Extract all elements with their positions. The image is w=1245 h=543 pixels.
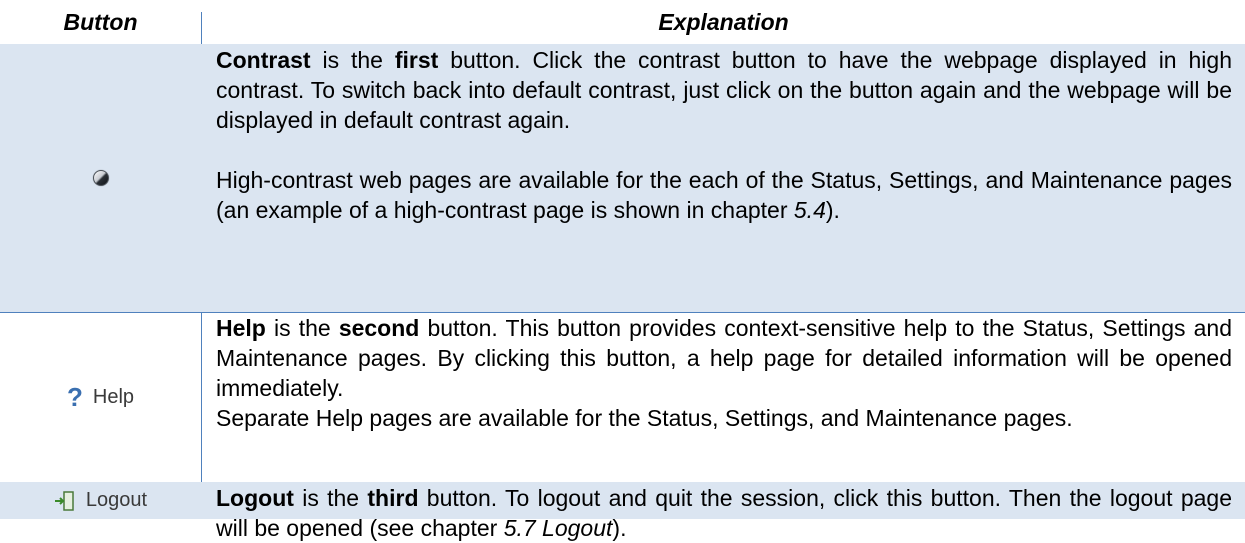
contrast-paragraph-1: Contrast is the first button. Click the …: [216, 47, 1232, 133]
contrast-button[interactable]: [92, 170, 109, 186]
logout-icon: [54, 490, 76, 512]
logout-button-label: Logout: [85, 489, 148, 511]
logout-paragraph-1: Logout is the third button. To logout an…: [216, 485, 1232, 541]
help-button[interactable]: ? Help: [67, 384, 134, 410]
logout-button[interactable]: Logout: [54, 489, 147, 512]
button-cell: Logout: [0, 482, 201, 519]
table-row-help: ? Help Help is the second button. This b…: [0, 312, 1245, 482]
button-cell: ? Help: [0, 312, 201, 482]
help-button-label: Help: [92, 385, 135, 408]
contrast-paragraph-2: High-contrast web pages are available fo…: [216, 167, 1232, 223]
table-row-logout: Logout Logout is the third button. To lo…: [0, 482, 1245, 541]
explanation-cell: Help is the second button. This button p…: [216, 313, 1232, 433]
button-cell: [0, 44, 201, 312]
button-explanation-table: Button Explanation Contrast is the first…: [0, 0, 1245, 541]
help-icon: ?: [66, 382, 83, 412]
help-paragraph-2: Separate Help pages are available for th…: [216, 405, 1073, 431]
header-button: Button: [63, 9, 138, 35]
contrast-icon: [92, 170, 109, 186]
table-row-contrast: Contrast is the first button. Click the …: [0, 44, 1245, 312]
explanation-cell: Logout is the third button. To logout an…: [216, 483, 1232, 543]
header-explanation: Explanation: [658, 9, 789, 35]
explanation-cell: Contrast is the first button. Click the …: [216, 45, 1232, 225]
help-paragraph-1: Help is the second button. This button p…: [216, 315, 1232, 401]
